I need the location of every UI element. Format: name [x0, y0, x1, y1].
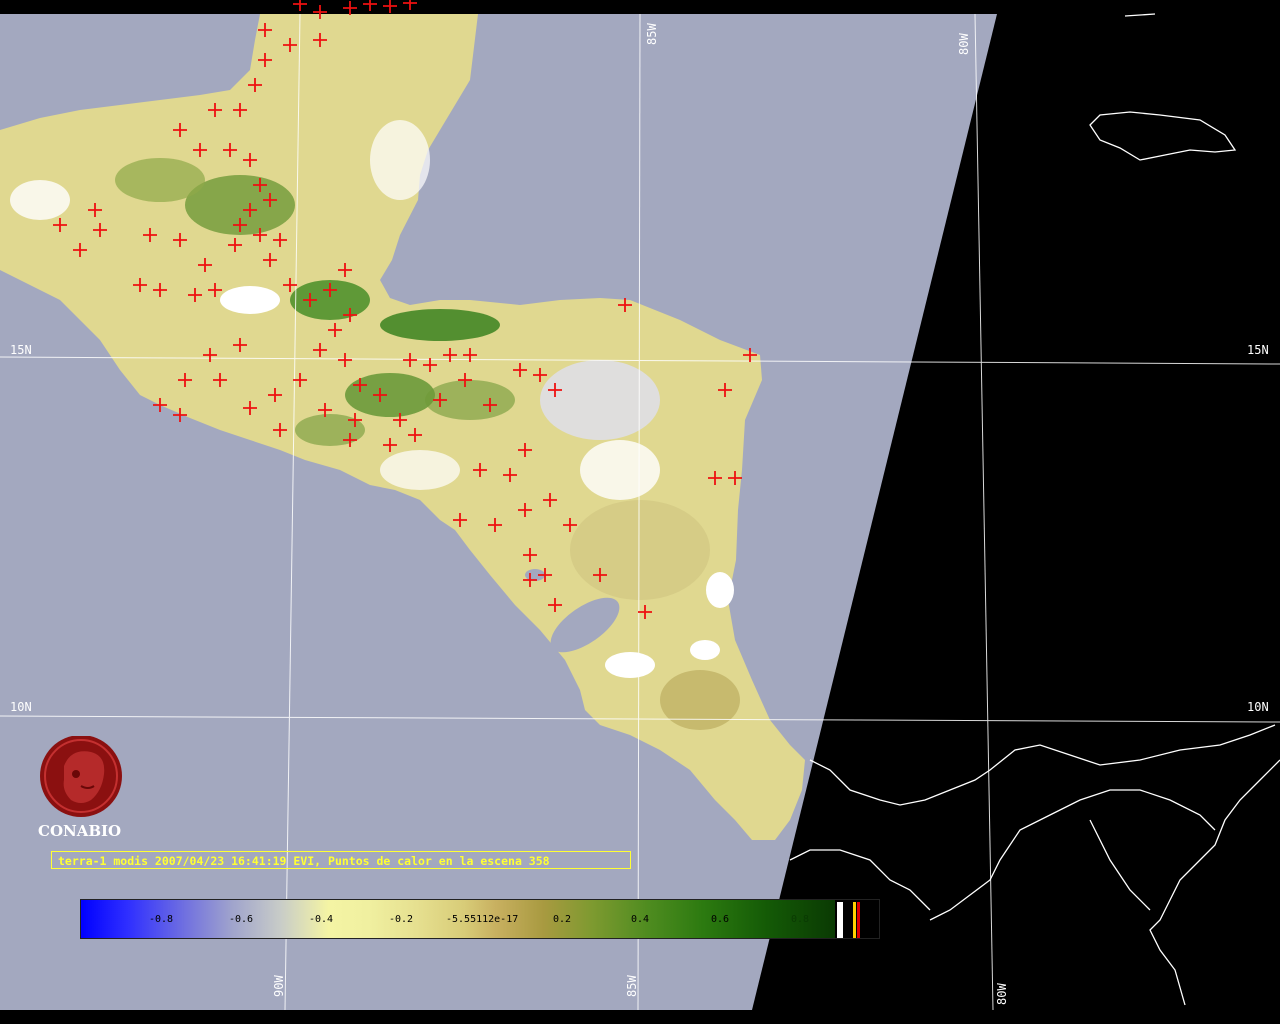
map-canvas [0, 0, 1280, 1024]
cloud-patch [605, 652, 655, 678]
lon-85w-label-top: 85W [645, 23, 659, 45]
scene-caption: terra-1 modis 2007/04/23 16:41:19 EVI, P… [51, 851, 631, 869]
conabio-emblem-icon [40, 736, 122, 817]
forest-patch [380, 309, 500, 341]
cloud-patch [380, 450, 460, 490]
lat-15n-label-left: 15N [10, 343, 32, 357]
cloud-patch [706, 572, 734, 608]
cloud-patch [580, 440, 660, 500]
forest-patch [570, 500, 710, 600]
lat-10n-label-left: 10N [10, 700, 32, 714]
lon-85w-label-bottom: 85W [625, 975, 639, 997]
forest-patch [345, 373, 435, 417]
lat-15n-label-right: 15N [1247, 343, 1269, 357]
colorbar-tick: 0.8 [791, 914, 810, 925]
lon-90w-label-bottom: 90W [272, 975, 286, 997]
cloud-patch [540, 360, 660, 440]
forest-patch [115, 158, 205, 202]
colorbar-tick: -0.4 [309, 914, 334, 925]
map-viewport[interactable] [0, 0, 1280, 1024]
colorbar-tick: -0.6 [229, 914, 254, 925]
colorbar-tick: -0.2 [389, 914, 414, 925]
colorbar-tick: -5.55112e-17 [446, 914, 519, 925]
colorbar-tick: 0.4 [631, 914, 650, 925]
colorbar-hotspot-stripe [853, 902, 856, 938]
lon-80w-label-bottom: 80W [995, 983, 1009, 1005]
forest-patch [660, 670, 740, 730]
evi-colorbar: -0.8 -0.6 -0.4 -0.2 -5.55112e-17 0.2 0.4… [80, 899, 880, 939]
conabio-logo-text: CONABIO [38, 822, 122, 840]
cloud-patch [370, 120, 430, 200]
colorbar-tick: 0.2 [553, 914, 572, 925]
colorbar-tick: -0.8 [149, 914, 174, 925]
lat-10n-label-right: 10N [1247, 700, 1269, 714]
cloud-patch [10, 180, 70, 220]
cloud-patch [220, 286, 280, 314]
cloud-patch [690, 640, 720, 660]
colorbar-hotspot-stripe [857, 902, 860, 938]
colorbar-tick: 0.6 [711, 914, 730, 925]
colorbar-white-stripe [837, 902, 843, 938]
lon-80w-label-top: 80W [957, 33, 971, 55]
